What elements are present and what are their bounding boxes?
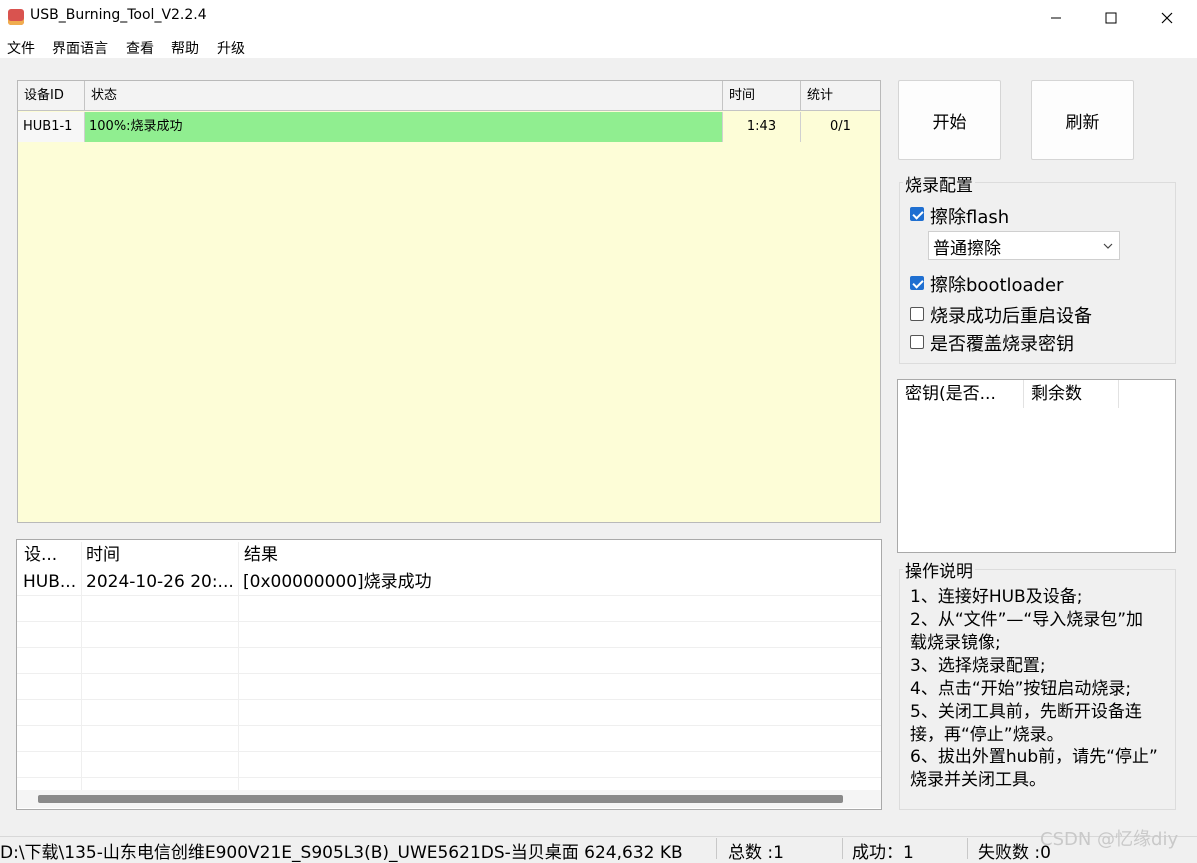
status-divider bbox=[842, 838, 843, 859]
scrollbar-thumb[interactable] bbox=[38, 795, 843, 803]
erase-flash-checkbox[interactable] bbox=[910, 207, 924, 221]
reboot-after-label[interactable]: 烧录成功后重启设备 bbox=[930, 302, 1092, 328]
row-divider bbox=[17, 647, 881, 648]
device-id-header[interactable]: 设备ID bbox=[18, 81, 85, 111]
close-button[interactable] bbox=[1139, 0, 1195, 36]
log-time-cell[interactable]: 2024-10-26 20:... bbox=[79, 569, 238, 595]
instructions-title: 操作说明 bbox=[903, 557, 975, 582]
row-divider bbox=[17, 699, 881, 700]
close-icon bbox=[1161, 12, 1173, 24]
start-button[interactable]: 开始 bbox=[898, 80, 1001, 160]
window-title: USB_Burning_Tool_V2.2.4 bbox=[30, 7, 207, 23]
erase-flash-label[interactable]: 擦除flash bbox=[930, 203, 1009, 229]
device-time-cell[interactable]: 1:43 bbox=[723, 112, 801, 142]
row-divider bbox=[17, 777, 881, 778]
device-table[interactable] bbox=[17, 80, 881, 523]
erase-bootloader-checkbox[interactable] bbox=[910, 276, 924, 290]
maximize-icon bbox=[1105, 12, 1117, 24]
menu-view[interactable]: 查看 bbox=[126, 38, 154, 58]
device-status-cell[interactable]: 100%:烧录成功 bbox=[85, 112, 723, 142]
overwrite-key-label[interactable]: 是否覆盖烧录密钥 bbox=[930, 330, 1074, 356]
status-divider bbox=[967, 838, 968, 859]
device-stats-header[interactable]: 统计 bbox=[801, 81, 880, 111]
status-total: 总数 :1 bbox=[728, 843, 784, 863]
refresh-button[interactable]: 刷新 bbox=[1031, 80, 1134, 160]
log-device-cell[interactable]: HUB... bbox=[16, 569, 81, 595]
remaining-header[interactable]: 剩余数 bbox=[1024, 380, 1119, 408]
key-header[interactable]: 密钥(是否... bbox=[898, 380, 1024, 408]
log-time-header[interactable]: 时间 bbox=[79, 542, 237, 568]
minimize-button[interactable] bbox=[1028, 0, 1084, 36]
log-result-header[interactable]: 结果 bbox=[237, 542, 537, 568]
row-divider bbox=[17, 595, 881, 596]
menu-upgrade[interactable]: 升级 bbox=[217, 38, 245, 58]
instruction-line: 1、连接好HUB及设备; bbox=[910, 587, 1083, 607]
instruction-line: 6、拔出外置hub前，请先“停止” bbox=[910, 747, 1158, 767]
instruction-line: 4、点击“开始”按钮启动烧录; bbox=[910, 679, 1132, 699]
log-device-header[interactable]: 设... bbox=[17, 542, 81, 568]
erase-mode-value: 普通擦除 bbox=[933, 239, 1001, 259]
instruction-line: 2、从“文件”—“导入烧录包”加 bbox=[910, 610, 1144, 630]
menu-help[interactable]: 帮助 bbox=[171, 38, 199, 58]
row-divider bbox=[17, 751, 881, 752]
log-result-cell[interactable]: [0x00000000]烧录成功 bbox=[236, 569, 636, 595]
instruction-line: 5、关闭工具前，先断开设备连 bbox=[910, 702, 1142, 722]
watermark: CSDN @忆缘diy bbox=[1040, 829, 1179, 850]
overwrite-key-checkbox[interactable] bbox=[910, 335, 924, 349]
menu-file[interactable]: 文件 bbox=[7, 38, 35, 58]
device-time-header[interactable]: 时间 bbox=[723, 81, 801, 111]
instruction-line: 接，再“停止”烧录。 bbox=[910, 725, 1064, 745]
app-icon bbox=[8, 9, 24, 25]
burn-config-title: 烧录配置 bbox=[903, 171, 975, 196]
maximize-button[interactable] bbox=[1083, 0, 1139, 36]
instruction-line: 3、选择烧录配置; bbox=[910, 656, 1046, 676]
status-path: D:\下载\135-山东电信创维E900V21E_S905L3(B)_UWE56… bbox=[0, 843, 683, 863]
status-divider bbox=[716, 838, 717, 859]
device-stats-cell[interactable]: 0/1 bbox=[801, 112, 880, 142]
row-divider bbox=[17, 673, 881, 674]
device-status-text: 100%:烧录成功 bbox=[89, 119, 183, 134]
instruction-line: 烧录并关闭工具。 bbox=[910, 770, 1046, 790]
erase-bootloader-label[interactable]: 擦除bootloader bbox=[930, 271, 1063, 297]
row-divider bbox=[17, 621, 881, 622]
device-id-cell[interactable]: HUB1-1 bbox=[18, 112, 85, 142]
minimize-icon bbox=[1051, 17, 1061, 19]
erase-mode-select[interactable]: 普通擦除 bbox=[928, 231, 1120, 260]
reboot-after-checkbox[interactable] bbox=[910, 307, 924, 321]
menu-language[interactable]: 界面语言 bbox=[52, 38, 108, 58]
instruction-line: 载烧录镜像; bbox=[910, 633, 1001, 653]
row-divider bbox=[17, 725, 881, 726]
chevron-down-icon bbox=[1103, 243, 1113, 249]
device-status-header[interactable]: 状态 bbox=[85, 81, 723, 111]
status-success: 成功：1 bbox=[852, 843, 914, 863]
